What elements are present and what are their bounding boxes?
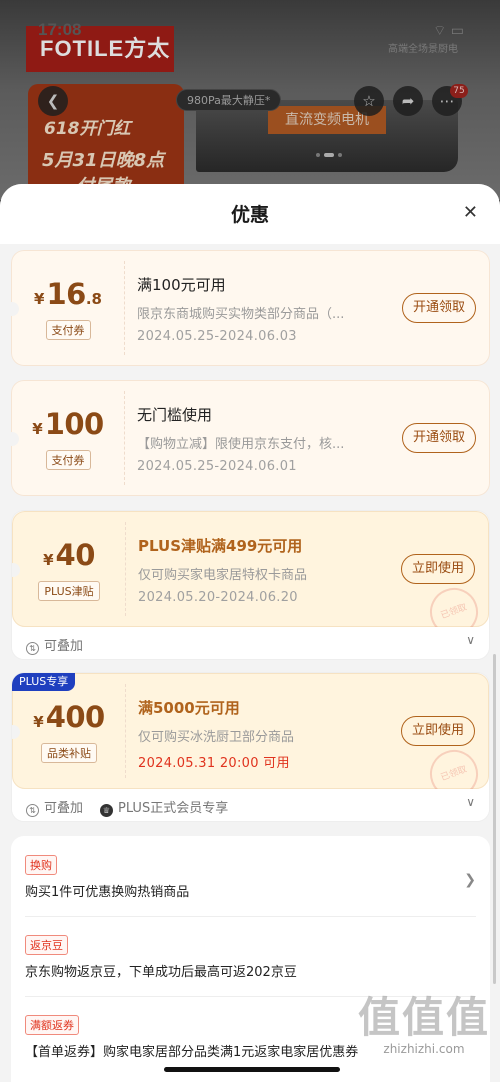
promo-text: 【首单返券】购家电家居部分品类满1元返家电家居优惠券 — [25, 1045, 359, 1060]
expand-chevron-icon[interactable]: ∨ — [466, 795, 475, 809]
coupon-title: 满5000元可用 — [138, 699, 240, 717]
product-backdrop: FOTILE方太 17:08 ⌔ ▭ 高端全场景厨电 直流变频电机 980Pa最… — [0, 0, 500, 200]
status-time: 17:08 — [38, 20, 82, 39]
promo-tag: 换购 — [25, 855, 57, 875]
coupon-type-tag: 支付券 — [45, 320, 91, 340]
coupon-desc: 限京东商城购买实物类部分商品（... — [137, 307, 345, 322]
stackable-label: ⇅ 可叠加 — [26, 635, 83, 655]
chevron-right-icon[interactable]: ❯ — [464, 872, 476, 888]
coupon-date: 2024.05.31 20:00 可用 — [138, 756, 290, 771]
coupon-type-tag: 支付券 — [45, 450, 91, 470]
promo-line-1: 618开门红 — [44, 119, 131, 139]
share-icon[interactable]: ➦ — [393, 86, 423, 116]
message-badge: 75 — [450, 84, 468, 98]
activate-claim-button[interactable]: 开通领取 — [401, 293, 476, 323]
promo-tag: 满额返券 — [25, 1015, 79, 1035]
activate-claim-button[interactable]: 开通领取 — [401, 423, 476, 453]
coupon-title: 满100元可用 — [137, 276, 226, 294]
stack-icon: ⇅ — [26, 642, 39, 655]
coupon-date: 2024.05.25-2024.06.03 — [137, 329, 297, 344]
coupon-desc: 【购物立减】限使用京东支付，核... — [137, 437, 345, 452]
coupon-card: ¥100 支付券 无门槛使用 【购物立减】限使用京东支付，核... 2024.0… — [11, 380, 490, 496]
coupon-footer: ⇅ 可叠加 ∨ — [12, 627, 489, 659]
sheet-title: 优惠 — [230, 204, 269, 226]
promo-tag: 返京豆 — [25, 935, 68, 955]
promo-item[interactable]: 换购 购买1件可优惠换购热销商品 — [25, 854, 476, 902]
spec-pill: 980Pa最大静压* — [176, 89, 282, 111]
favorite-icon[interactable]: ☆ — [354, 86, 384, 116]
coupon-card: ¥16.8 支付券 满100元可用 限京东商城购买实物类部分商品（... 202… — [11, 250, 490, 366]
use-now-button[interactable]: 立即使用 — [400, 554, 475, 584]
close-icon[interactable]: ✕ — [463, 202, 478, 223]
status-icons: ⌔ ▭ — [433, 23, 464, 39]
use-now-button[interactable]: 立即使用 — [400, 716, 475, 746]
coupon-type-tag: 品类补贴 — [41, 743, 97, 763]
back-icon[interactable]: ❮ — [38, 86, 68, 116]
coupon-card: PLUS专享 ¥400 品类补贴 满5000元可用 仅可购买冰洗厨卫部分商品 2… — [11, 672, 490, 822]
coupon-amount: ¥16.8 — [34, 277, 102, 311]
scrollbar[interactable] — [493, 654, 496, 984]
promo-item: 返京豆 京东购物返京豆，下单成功后最高可返202京豆 — [25, 934, 476, 982]
sheet-header: 优惠 ✕ — [0, 184, 500, 244]
crown-icon: ♕ — [100, 804, 113, 817]
coupon-card: ¥40 PLUS津贴 PLUS津贴满499元可用 仅可购买家电家居特权卡商品 2… — [11, 510, 490, 660]
promo-text: 京东购物返京豆，下单成功后最高可返202京豆 — [25, 965, 297, 980]
expand-chevron-icon[interactable]: ∨ — [466, 633, 475, 647]
plus-member-label: ♕ PLUS正式会员专享 — [100, 797, 228, 817]
coupon-amount: ¥400 — [33, 700, 105, 734]
coupon-title: PLUS津贴满499元可用 — [138, 537, 303, 555]
coupon-footer: ⇅ 可叠加 ♕ PLUS正式会员专享 ∨ — [12, 789, 489, 821]
promo-line-2: 5月31日晚8点 — [42, 150, 165, 171]
coupon-amount: ¥100 — [32, 407, 104, 441]
product-caption: 高端全场景厨电 — [388, 44, 458, 55]
plus-exclusive-tag: PLUS专享 — [12, 673, 76, 691]
coupon-type-tag: PLUS津贴 — [38, 581, 100, 601]
coupon-date: 2024.05.25-2024.06.01 — [137, 459, 297, 474]
promo-text: 购买1件可优惠换购热销商品 — [25, 885, 190, 900]
carousel-dots — [316, 153, 342, 157]
coupon-date: 2024.05.20-2024.06.20 — [138, 590, 298, 605]
watermark: 值值值 zhizhizhi.com — [357, 993, 490, 1057]
stackable-label: ⇅ 可叠加 — [26, 797, 83, 817]
coupon-desc: 仅可购买家电家居特权卡商品 — [138, 568, 308, 583]
coupon-sheet: 优惠 ✕ ¥16.8 支付券 满100元可用 限京东商城购买实物类部分商品（..… — [0, 184, 500, 1082]
coupon-title: 无门槛使用 — [137, 406, 213, 424]
coupon-desc: 仅可购买冰洗厨卫部分商品 — [138, 730, 295, 745]
stack-icon: ⇅ — [26, 804, 39, 817]
home-indicator[interactable] — [164, 1067, 340, 1072]
coupon-amount: ¥40 — [43, 538, 95, 572]
